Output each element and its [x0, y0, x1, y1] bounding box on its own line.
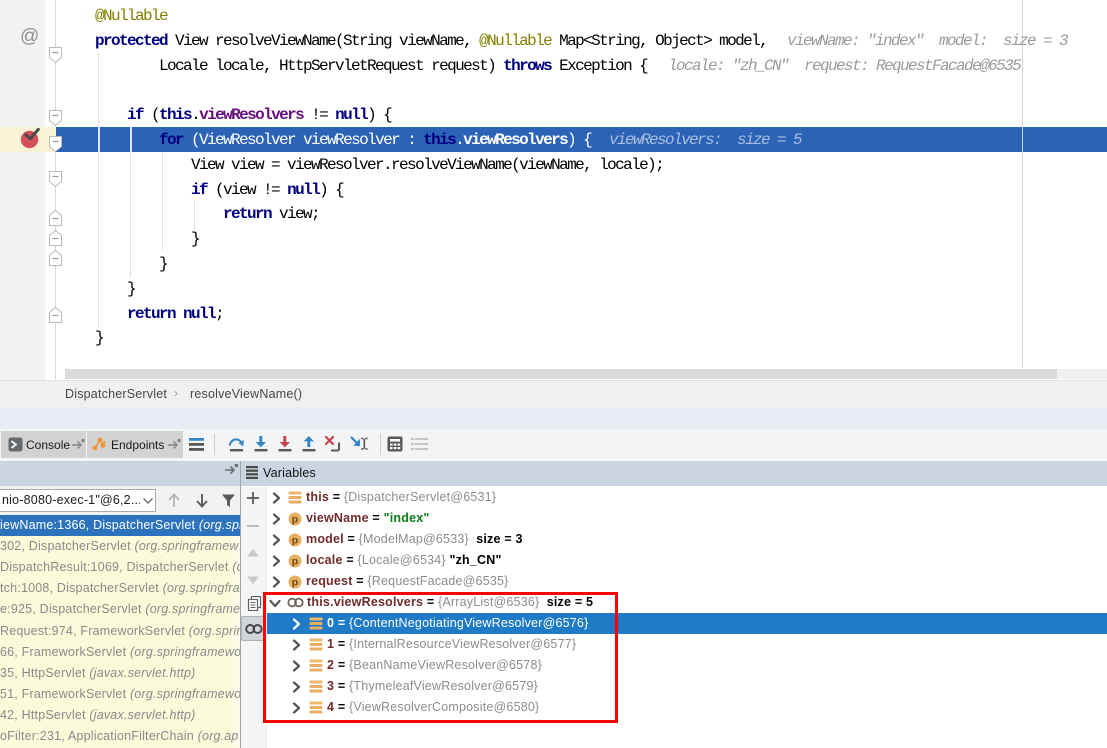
svg-text:p: p — [292, 555, 298, 567]
svg-text:p: p — [292, 534, 298, 546]
svg-text:p: p — [292, 576, 298, 588]
svg-text:p: p — [292, 513, 298, 525]
